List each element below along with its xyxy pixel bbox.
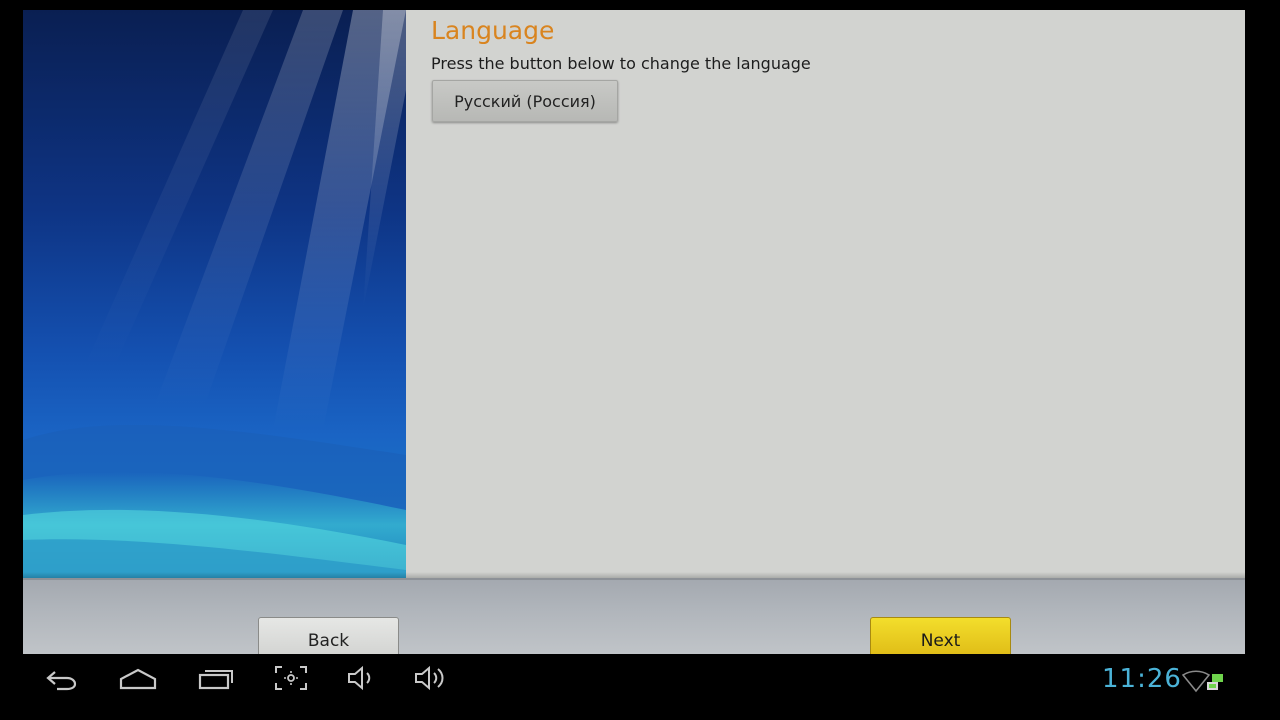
android-screen: Language Press the button below to chang… — [0, 0, 1280, 720]
setup-wizard: Language Press the button below to chang… — [23, 10, 1245, 654]
wizard-navigation-bar: Back Next — [23, 578, 1245, 654]
screenshot-icon[interactable] — [273, 664, 309, 692]
content-panel: Language Press the button below to chang… — [406, 10, 1245, 578]
back-icon[interactable] — [43, 664, 79, 692]
network-status-icon — [1207, 674, 1223, 690]
system-navigation-bar: 11:26 — [0, 654, 1280, 720]
volume-down-icon[interactable] — [345, 664, 377, 692]
light-rays-illustration — [23, 10, 406, 578]
language-select-button[interactable]: Русский (Россия) — [432, 80, 618, 122]
decorative-wallpaper-panel — [23, 10, 406, 578]
volume-up-icon[interactable] — [412, 664, 448, 692]
recent-apps-icon[interactable] — [196, 664, 236, 692]
back-button[interactable]: Back — [258, 617, 399, 654]
page-instructions: Press the button below to change the lan… — [431, 54, 811, 73]
status-clock: 11:26 — [1102, 664, 1182, 694]
next-button[interactable]: Next — [870, 617, 1011, 654]
page-title: Language — [431, 16, 555, 45]
home-icon[interactable] — [118, 664, 158, 692]
